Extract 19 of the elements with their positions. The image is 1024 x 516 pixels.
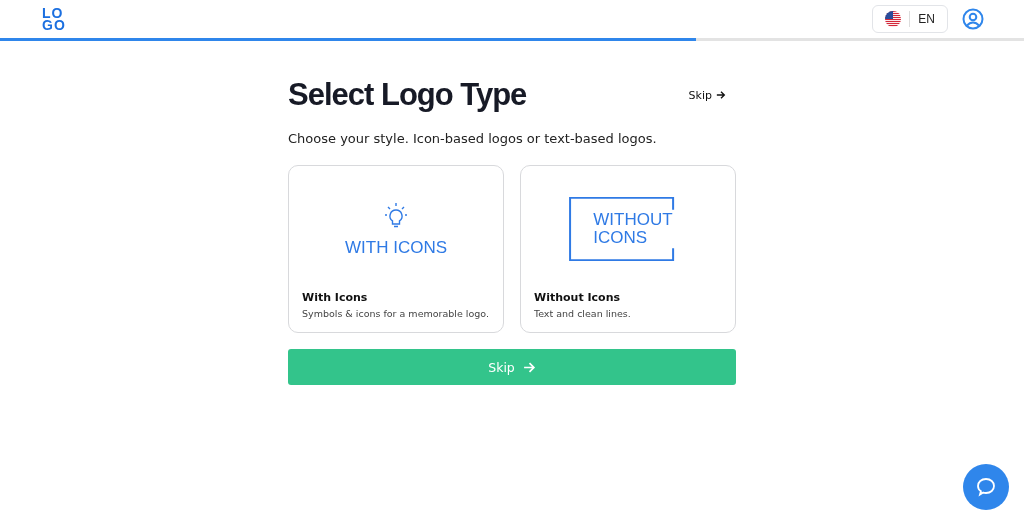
arrow-right-icon xyxy=(522,360,536,374)
option-description: Symbols & icons for a memorable logo. xyxy=(302,308,490,319)
logo[interactable]: LO GO xyxy=(42,7,66,31)
user-icon[interactable] xyxy=(962,8,984,30)
option-title: Without Icons xyxy=(534,291,622,304)
option-description: Text and clean lines. xyxy=(534,308,632,319)
chat-icon xyxy=(975,476,997,498)
preview-text: WITH ICONS xyxy=(345,238,447,257)
option-card[interactable]: WITH ICONS With Icons Symbols & icons for a memorable logo. xyxy=(288,165,504,333)
chat-button[interactable] xyxy=(963,464,1009,510)
preview-text: WITHOUT ICONS xyxy=(593,210,673,247)
language-button[interactable]: EN xyxy=(872,5,948,33)
subtitle: Choose your style. Icon-based logos or text-based logos. xyxy=(288,131,658,146)
arrow-right-icon xyxy=(716,90,726,100)
option-title: With Icons xyxy=(302,291,369,304)
skip-link[interactable]: Skip xyxy=(688,88,736,102)
page-title: Select Logo Type xyxy=(288,77,527,113)
flag-icon xyxy=(885,11,902,27)
option-card[interactable]: WITHOUT ICONS Without Icons Text and clean lines. xyxy=(520,165,736,333)
